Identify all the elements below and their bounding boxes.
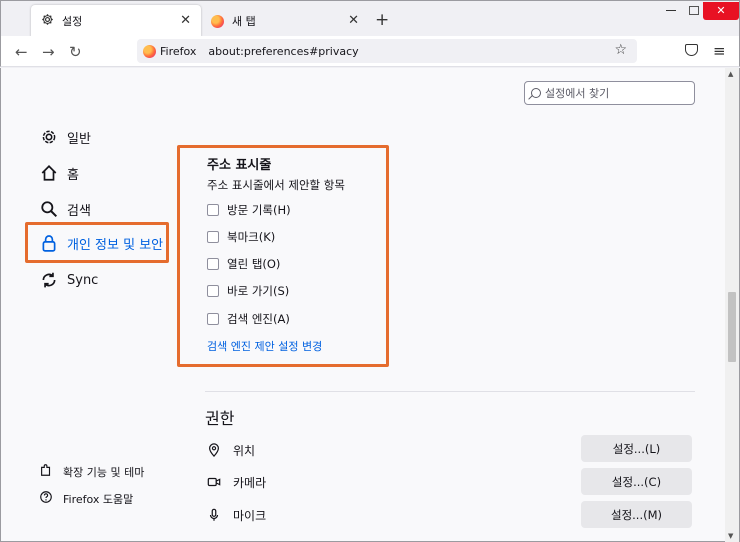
microphone-icon [205,506,223,524]
help-icon [39,490,53,507]
url-text[interactable]: about:preferences#privacy [208,45,358,58]
puzzle-icon [39,463,53,480]
star-icon[interactable]: ☆ [614,42,627,58]
checkbox-history[interactable]: 방문 기록(H) [207,202,291,218]
section-title: 주소 표시줄 [207,158,272,173]
section-divider [205,391,695,392]
sidebar-item-home[interactable]: 홈 [39,163,79,183]
search-icon [39,199,59,219]
checkbox-label: 바로 가기(S) [227,284,290,298]
checkbox-label: 북마크(K) [227,230,276,244]
sidebar-item-general[interactable]: 일반 [39,127,91,147]
checkbox-shortcuts[interactable]: 바로 가기(S) [207,283,289,299]
checkbox[interactable] [207,313,219,325]
permission-row-location: 위치 [205,441,255,459]
tab-new[interactable]: 새 탭 ✕ [201,5,369,37]
permission-label: 카메라 [233,475,267,490]
pocket-icon[interactable] [685,44,698,56]
tab-strip: 설정 ✕ 새 탭 ✕ + ✕ [0,0,740,37]
forward-arrow-icon[interactable]: → [42,43,55,61]
scroll-down-arrow-icon[interactable]: ▼ [728,532,733,540]
sidebar-item-label: Sync [67,272,99,288]
checkbox[interactable] [207,231,219,243]
permission-label: 마이크 [233,508,267,523]
gear-icon [39,127,59,147]
home-icon [39,163,59,183]
sidebar-item-label: 홈 [67,167,79,183]
lock-icon [39,233,59,253]
hamburger-menu-icon[interactable]: ≡ [713,42,726,60]
checkbox[interactable] [207,285,219,297]
sync-icon [39,270,59,290]
scrollbar[interactable]: ▲ ▼ [725,68,739,542]
search-input[interactable]: 설정에서 찾기 [524,81,695,105]
firefox-icon [143,44,156,58]
location-settings-button[interactable]: 설정...(L) [581,435,692,462]
window-close-button[interactable]: ✕ [703,2,739,20]
camera-icon [205,473,223,491]
sidebar-item-label: 일반 [67,131,91,147]
navigation-bar: ← → ↻ Firefox about:preferences#privacy … [0,36,740,67]
url-brand: Firefox [160,44,197,58]
tab-settings-label: 설정 [62,15,83,28]
checkbox-label: 방문 기록(H) [227,203,291,217]
new-tab-button[interactable]: + [375,10,389,30]
permissions-title: 권한 [205,409,235,428]
checkbox[interactable] [207,258,219,270]
change-search-suggestions-link[interactable]: 검색 엔진 제안 설정 변경 [207,338,322,354]
url-bar[interactable]: Firefox about:preferences#privacy ☆ [137,39,637,63]
minimize-button[interactable] [663,2,679,20]
checkbox-open-tabs[interactable]: 열린 탭(O) [207,256,280,272]
section-subtitle: 주소 표시줄에서 제안할 항목 [207,178,345,192]
close-icon[interactable]: ✕ [180,13,191,28]
sidebar-item-label: 개인 정보 및 보안 [67,237,164,253]
sidebar-item-search[interactable]: 검색 [39,199,91,219]
sidebar-item-privacy[interactable]: 개인 정보 및 보안 [39,233,163,253]
microphone-settings-button[interactable]: 설정...(M) [581,501,692,528]
permission-row-camera: 카메라 [205,473,266,491]
sidebar-item-label: 검색 [67,203,91,219]
checkbox-bookmarks[interactable]: 북마크(K) [207,229,275,245]
extensions-themes-label: 확장 기능 및 테마 [63,465,145,479]
firefox-icon [211,14,224,28]
tab-new-label: 새 탭 [232,15,256,28]
extensions-themes-link[interactable]: 확장 기능 및 테마 [39,463,144,480]
tab-settings[interactable]: 설정 ✕ [31,5,201,37]
gear-icon [41,13,54,29]
search-icon [531,88,541,98]
checkbox[interactable] [207,204,219,216]
permission-row-microphone: 마이크 [205,506,266,524]
camera-settings-button[interactable]: 설정...(C) [581,468,692,495]
checkbox-search-engines[interactable]: 검색 엔진(A) [207,311,290,327]
preferences-content: 설정에서 찾기 일반 홈 검색 개인 정보 및 보안 Sync 확장 기능 및 … [0,68,740,542]
permission-label: 위치 [233,443,256,458]
location-icon [205,441,223,459]
search-placeholder: 설정에서 찾기 [545,87,610,100]
scroll-up-arrow-icon[interactable]: ▲ [728,70,733,78]
firefox-help-link[interactable]: Firefox 도움말 [39,490,133,507]
close-icon[interactable]: ✕ [348,13,359,28]
firefox-help-label: Firefox 도움말 [63,492,134,506]
checkbox-label: 검색 엔진(A) [227,312,290,326]
checkbox-label: 열린 탭(O) [227,257,281,271]
sidebar-item-sync[interactable]: Sync [39,270,98,290]
reload-icon[interactable]: ↻ [69,43,82,61]
scroll-thumb[interactable] [728,292,736,362]
back-arrow-icon[interactable]: ← [15,43,28,61]
